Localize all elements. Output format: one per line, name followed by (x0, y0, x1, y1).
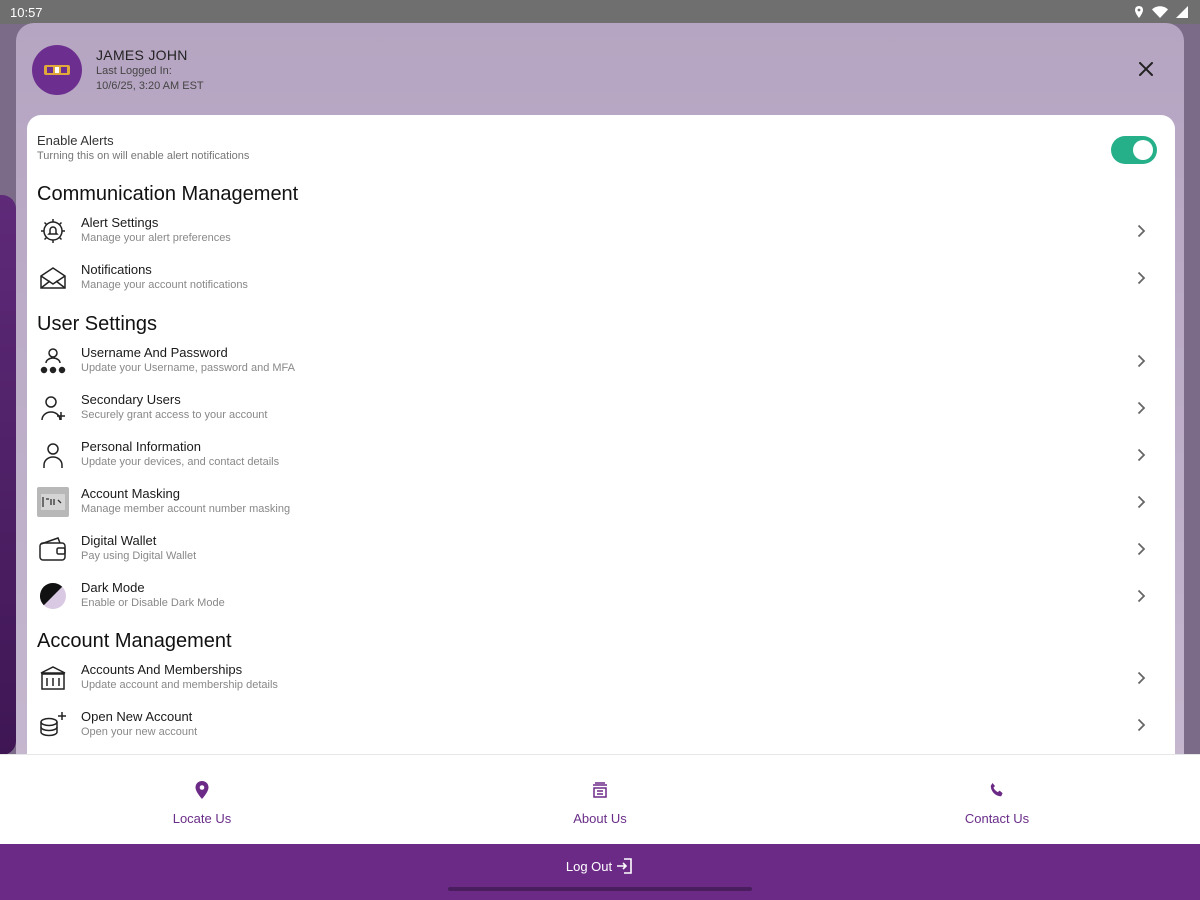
logout-label: Log Out (565, 858, 613, 874)
row-title: Open New Account (81, 709, 193, 724)
enable-alerts-subtitle: Turning this on will enable alert notifi… (37, 150, 250, 162)
row-title: Account Masking (81, 486, 180, 501)
enable-alerts-title: Enable Alerts (37, 133, 114, 148)
nav-label-locate: Locate Us (172, 811, 232, 826)
status-time: 10:57 (10, 4, 43, 20)
row-accounts-memberships[interactable]: Accounts And Memberships Update account … (27, 656, 1175, 700)
row-title: Secondary Users (81, 392, 181, 407)
row-username-password[interactable]: Username And Password Update your Userna… (27, 339, 1175, 383)
status-icons (1134, 6, 1188, 18)
user-plus-icon (37, 392, 69, 424)
settings-card: Enable Alerts Turning this on will enabl… (27, 115, 1175, 775)
row-title: Dark Mode (81, 580, 145, 595)
wallet-icon (37, 533, 69, 565)
nav-label-contact: Contact Us (964, 811, 1030, 826)
dark-mode-icon (37, 580, 69, 612)
settings-sheet: JAMES JOHN Last Logged In: 10/6/25, 3:20… (16, 23, 1184, 803)
chevron-right-icon (1133, 268, 1149, 288)
row-title: Username And Password (81, 345, 228, 360)
chevron-right-icon (1133, 351, 1149, 371)
row-subtitle: Securely grant access to your account (81, 409, 268, 421)
row-subtitle: Open your new account (81, 726, 198, 738)
row-secondary-users[interactable]: Secondary Users Securely grant access to… (27, 386, 1175, 430)
row-subtitle: Update account and membership details (81, 679, 278, 691)
bottom-nav: Locate Us About Us Contact Us (0, 754, 1200, 844)
logout-icon (617, 858, 632, 874)
section-title-account: Account Management (37, 630, 232, 652)
enable-alerts-toggle[interactable] (1111, 136, 1157, 164)
avatar (32, 45, 82, 95)
chevron-right-icon (1133, 221, 1149, 241)
home-indicator (448, 887, 752, 891)
row-title: Alert Settings (81, 215, 159, 230)
bank-icon (37, 662, 69, 694)
logout-bar: Log Out (0, 844, 1200, 900)
phone-icon (917, 779, 1077, 801)
row-dark-mode[interactable]: Dark Mode Enable or Disable Dark Mode (27, 574, 1175, 618)
toggle-knob (1133, 140, 1153, 160)
row-subtitle: Manage your alert preferences (81, 232, 231, 244)
background-shape (0, 195, 16, 755)
chevron-right-icon (1133, 715, 1149, 735)
signal-icon (1176, 6, 1188, 18)
close-icon (1139, 62, 1153, 76)
row-alert-settings[interactable]: Alert Settings Manage your alert prefere… (27, 209, 1175, 253)
logo-icon (44, 65, 70, 75)
row-subtitle: Enable or Disable Dark Mode (81, 597, 225, 609)
close-button[interactable] (1134, 57, 1158, 81)
last-logged-value: 10/6/25, 3:20 AM EST (96, 80, 204, 92)
row-title: Digital Wallet (81, 533, 157, 548)
user-name: JAMES JOHN (96, 47, 188, 63)
enable-alerts-row: Enable Alerts Turning this on will enabl… (37, 133, 249, 162)
section-title-user: User Settings (37, 313, 158, 335)
row-title: Accounts And Memberships (81, 662, 243, 677)
chevron-right-icon (1133, 668, 1149, 688)
logout-button[interactable]: Log Out (566, 857, 634, 875)
row-subtitle: Manage your account notifications (81, 279, 248, 291)
nav-contact-us[interactable]: Contact Us (917, 779, 1077, 826)
chevron-right-icon (1133, 492, 1149, 512)
status-bar: 10:57 (0, 0, 1200, 24)
coins-plus-icon (37, 709, 69, 741)
chevron-right-icon (1133, 445, 1149, 465)
mask-icon (37, 486, 69, 518)
row-account-masking[interactable]: Account Masking Manage member account nu… (27, 480, 1175, 524)
gear-bell-icon (37, 215, 69, 247)
chevron-right-icon (1133, 398, 1149, 418)
row-title: Personal Information (81, 439, 201, 454)
row-title: Notifications (81, 262, 152, 277)
row-subtitle: Manage member account number masking (81, 503, 291, 515)
row-notifications[interactable]: Notifications Manage your account notifi… (27, 256, 1175, 300)
nav-label-about: About Us (573, 811, 627, 826)
chevron-right-icon (1133, 586, 1149, 606)
row-open-new-account[interactable]: Open New Account Open your new account (27, 703, 1175, 747)
last-logged-label: Last Logged In: (96, 65, 172, 77)
row-personal-information[interactable]: Personal Information Update your devices… (27, 433, 1175, 477)
section-title-communication: Communication Management (37, 183, 299, 205)
row-subtitle: Update your devices, and contact details (81, 456, 280, 468)
row-digital-wallet[interactable]: Digital Wallet Pay using Digital Wallet (27, 527, 1175, 571)
wifi-icon (1152, 6, 1168, 18)
user-key-icon (37, 345, 69, 377)
row-subtitle: Pay using Digital Wallet (81, 550, 197, 562)
row-subtitle: Update your Username, password and MFA (81, 362, 295, 374)
user-icon (37, 439, 69, 471)
profile-header: JAMES JOHN Last Logged In: 10/6/25, 3:20… (32, 45, 204, 95)
nav-locate-us[interactable]: Locate Us (122, 779, 282, 826)
nav-about-us[interactable]: About Us (520, 779, 680, 826)
location-pin-icon (122, 779, 282, 801)
chevron-right-icon (1133, 539, 1149, 559)
bank-building-icon (520, 779, 680, 801)
envelope-icon (37, 262, 69, 294)
location-status-icon (1135, 6, 1143, 18)
